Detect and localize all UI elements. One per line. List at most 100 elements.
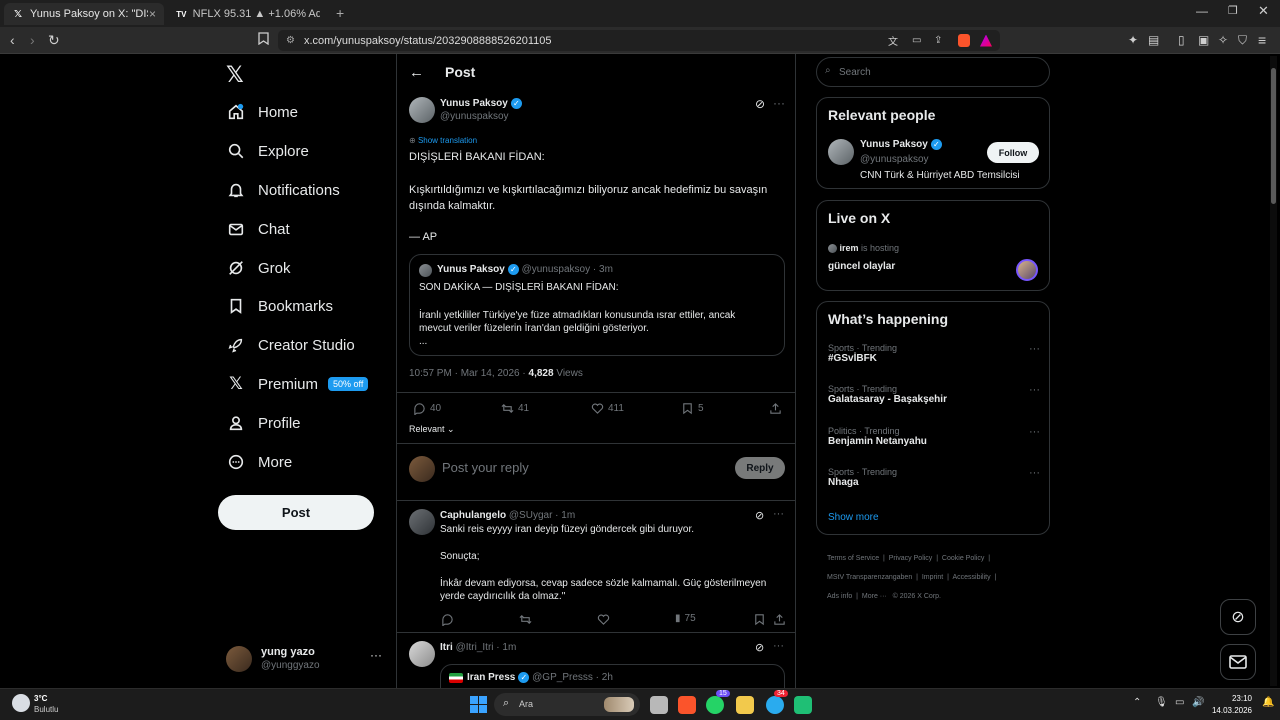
clock-date[interactable]: 14.03.2026 — [1210, 706, 1252, 715]
notification-icon[interactable]: 🔔 — [1262, 697, 1274, 708]
person-handle[interactable]: @yunuspaksoy — [860, 154, 929, 165]
share-icon[interactable]: ⇪ — [934, 35, 942, 46]
whatsapp-icon[interactable] — [706, 696, 724, 714]
avatar[interactable] — [828, 139, 854, 165]
tray-chevron-icon[interactable]: ⌃ — [1133, 697, 1141, 708]
reply-input[interactable]: Post your reply — [442, 460, 529, 475]
file-explorer-icon[interactable] — [736, 696, 754, 714]
account-menu-icon[interactable]: ··· — [370, 648, 382, 662]
brave-rewards-icon[interactable] — [980, 34, 992, 47]
trend-more-icon[interactable]: ··· — [1029, 384, 1040, 396]
live-topic[interactable]: güncel olaylar — [828, 261, 895, 272]
tab-close-icon[interactable]: × — [149, 7, 156, 21]
nav-premium[interactable]: 𝕏 Premium 50% off — [226, 370, 369, 398]
vpn-icon[interactable]: ⛉ — [1238, 32, 1247, 48]
live-host-avatar[interactable] — [1016, 259, 1038, 281]
grok-float-button[interactable]: ⊘ — [1220, 599, 1256, 635]
footer-accessibility[interactable]: Accessibility — [952, 574, 990, 581]
reply-more-icon[interactable]: ··· — [773, 508, 784, 520]
quoted-post[interactable]: Iran Press ✓ @GP_Presss · 2h — [440, 664, 785, 688]
reply-action[interactable]: 40 — [413, 402, 441, 415]
trend-more-icon[interactable]: ··· — [1029, 467, 1040, 479]
footer-cookie[interactable]: Cookie Policy — [942, 555, 984, 562]
app-icon[interactable] — [794, 696, 812, 714]
trend-item[interactable]: Sports · Trending Galatasaray - Başakşeh… — [828, 384, 1040, 414]
window-close-icon[interactable]: ✕ — [1258, 3, 1269, 19]
footer-imprint[interactable]: Imprint — [922, 574, 943, 581]
reply-action[interactable] — [441, 613, 454, 626]
footer-terms[interactable]: Terms of Service — [827, 555, 879, 562]
forward-icon[interactable]: › — [30, 32, 35, 48]
post-author[interactable]: Yunus Paksoy ✓ — [440, 98, 522, 109]
trend-item[interactable]: Politics · Trending Benjamin Netanyahu ·… — [828, 426, 1040, 456]
quoted-post[interactable]: Yunus Paksoy ✓ @yunuspaksoy · 3m SON DAKİ… — [409, 254, 785, 356]
nav-more[interactable]: More — [226, 448, 292, 476]
brave-browser-icon[interactable] — [678, 696, 696, 714]
x-logo-icon[interactable]: 𝕏 — [226, 62, 244, 88]
like-action[interactable]: 411 — [591, 402, 624, 415]
wallet-icon[interactable]: ▣ — [1198, 32, 1209, 48]
reply-more-icon[interactable]: ··· — [773, 640, 784, 652]
search-input[interactable]: Search — [839, 67, 871, 78]
reply-button[interactable]: Reply — [735, 457, 785, 479]
share-action[interactable] — [769, 402, 782, 415]
sidebar-toggle-icon[interactable]: ▯ — [1178, 32, 1185, 48]
windows-start-icon[interactable] — [470, 696, 487, 713]
avatar[interactable] — [409, 641, 435, 667]
taskbar-search[interactable]: ⌕ Ara — [494, 693, 640, 716]
grok-explain-icon[interactable]: ⊘ — [755, 97, 765, 111]
task-view-icon[interactable] — [650, 696, 668, 714]
reply-post[interactable]: Itri @Itri_Itri · 1m ⊘ ··· Iran Press ✓ @… — [397, 633, 795, 688]
back-icon[interactable]: ‹ — [10, 32, 15, 48]
footer-more[interactable]: More ··· — [862, 593, 887, 600]
scrollbar-thumb[interactable] — [1271, 68, 1276, 204]
nav-creator-studio[interactable]: Creator Studio — [226, 331, 355, 359]
nav-bookmarks[interactable]: Bookmarks — [226, 292, 333, 320]
clock-time[interactable]: 23:10 — [1210, 694, 1252, 703]
site-info-icon[interactable]: ⚙ — [286, 35, 295, 46]
brave-shields-icon[interactable] — [958, 34, 970, 47]
reply-handle[interactable]: @SUygar · 1m — [509, 510, 575, 521]
scrollbar[interactable] — [1270, 56, 1277, 686]
follow-button[interactable]: Follow — [987, 142, 1039, 163]
grok-explain-icon[interactable]: ⊘ — [755, 509, 764, 522]
trend-more-icon[interactable]: ··· — [1029, 426, 1040, 438]
reply-author[interactable]: Itri — [440, 642, 453, 653]
translate-icon[interactable]: 文 — [888, 33, 898, 48]
volume-icon[interactable]: 🔊 — [1192, 697, 1204, 708]
extensions-icon[interactable]: ✦ — [1128, 32, 1138, 48]
post-handle[interactable]: @yunuspaksoy — [440, 111, 509, 122]
footer-mstv[interactable]: MStV Transparenzangaben — [827, 574, 912, 581]
telegram-icon[interactable] — [766, 696, 784, 714]
reply-handle[interactable]: @Itri_Itri · 1m — [456, 642, 517, 653]
trend-more-icon[interactable]: ··· — [1029, 343, 1040, 355]
maximize-icon[interactable]: ❐ — [1228, 4, 1238, 17]
trend-item[interactable]: Sports · Trending #GSvİBFK ··· — [828, 343, 1040, 373]
reader-icon[interactable]: ▤ — [1148, 32, 1159, 48]
views-action[interactable]: ▮ 75 — [675, 613, 696, 624]
minimize-icon[interactable]: — — [1196, 4, 1208, 18]
show-translation-link[interactable]: ⊕ Show translation — [409, 136, 477, 145]
tab-inactive[interactable]: TV NFLX 95.31 ▲ +1.06% Adsız — [168, 3, 328, 25]
nav-profile[interactable]: Profile — [226, 409, 301, 437]
repost-action[interactable]: 41 — [501, 402, 529, 415]
back-arrow-icon[interactable]: ← — [409, 64, 424, 81]
footer-ads-info[interactable]: Ads info — [827, 593, 852, 600]
grok-explain-icon[interactable]: ⊘ — [755, 641, 764, 654]
person-name[interactable]: Yunus Paksoy ✓ — [860, 139, 942, 150]
search-box[interactable]: ⌕ Search — [816, 57, 1050, 87]
menu-icon[interactable]: ≡ — [1258, 32, 1266, 48]
microphone-icon[interactable]: 🎙 — [1155, 697, 1168, 708]
reply-post[interactable]: Caphulangelo @SUygar · 1m ⊘ ··· Sanki re… — [397, 501, 795, 633]
network-icon[interactable]: ▭ — [1175, 697, 1184, 708]
trend-item[interactable]: Sports · Trending Nhaga ··· — [828, 467, 1040, 497]
reload-icon[interactable]: ↻ — [48, 32, 60, 48]
nav-notifications[interactable]: Notifications — [226, 176, 340, 204]
nav-grok[interactable]: Grok — [226, 254, 291, 282]
new-tab-icon[interactable]: + — [336, 5, 344, 21]
bookmark-action[interactable] — [753, 613, 766, 626]
repost-action[interactable] — [519, 613, 532, 626]
sort-replies-dropdown[interactable]: Relevant ⌄ — [409, 424, 455, 435]
bookmark-page-icon[interactable] — [258, 32, 269, 48]
compose-post-button[interactable]: Post — [218, 495, 374, 530]
